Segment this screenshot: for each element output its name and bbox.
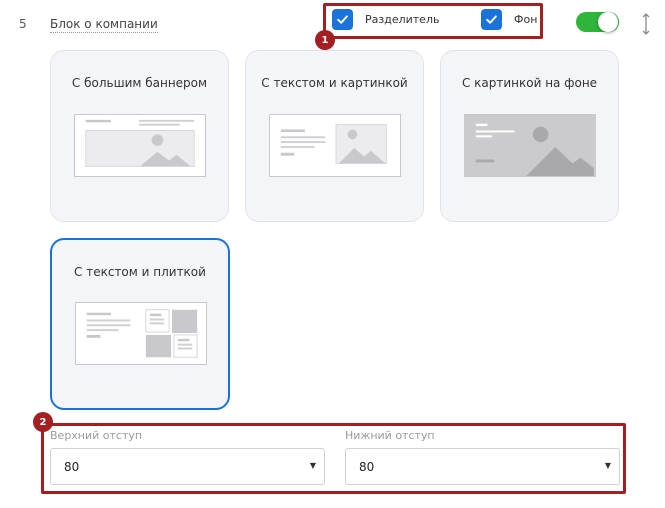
top-padding-select[interactable]: 80 ▼ — [50, 448, 325, 485]
layout-card-background-image[interactable]: С картинкой на фоне — [440, 50, 619, 222]
image-placeholder-icon — [75, 302, 207, 365]
vertical-arrows-icon — [642, 13, 650, 35]
toggle-knob — [598, 12, 618, 32]
bottom-padding-label: Нижний отступ — [345, 429, 435, 442]
image-placeholder-icon — [74, 114, 206, 177]
image-placeholder-icon — [269, 114, 401, 177]
layout-card-title: С текстом и плиткой — [74, 265, 206, 279]
caret-down-icon: ▼ — [309, 461, 316, 470]
layout-card-large-banner[interactable]: С большим баннером — [50, 50, 229, 222]
image-placeholder-icon — [464, 114, 596, 177]
top-padding-value: 80 — [64, 460, 80, 474]
layout-card-title: С большим баннером — [71, 76, 208, 90]
row-number: 5 — [19, 17, 27, 31]
top-padding-label: Верхний отступ — [50, 429, 143, 442]
bottom-padding-select[interactable]: 80 ▼ — [345, 448, 620, 485]
layout-card-text-and-tiles[interactable]: С текстом и плиткой — [50, 238, 230, 410]
bottom-padding-value: 80 — [359, 460, 375, 474]
annotation-marker-1: 1 — [315, 30, 335, 50]
block-enabled-toggle[interactable] — [576, 12, 619, 32]
layout-card-title: С текстом и картинкой — [261, 76, 408, 90]
move-handle[interactable] — [640, 12, 652, 36]
block-title-link[interactable]: Блок о компании — [50, 17, 158, 33]
layout-card-title: С картинкой на фоне — [461, 76, 598, 90]
layout-card-text-and-image[interactable]: С текстом и картинкой — [245, 50, 424, 222]
annotation-highlight-1 — [323, 3, 543, 39]
caret-down-icon: ▼ — [604, 461, 611, 470]
